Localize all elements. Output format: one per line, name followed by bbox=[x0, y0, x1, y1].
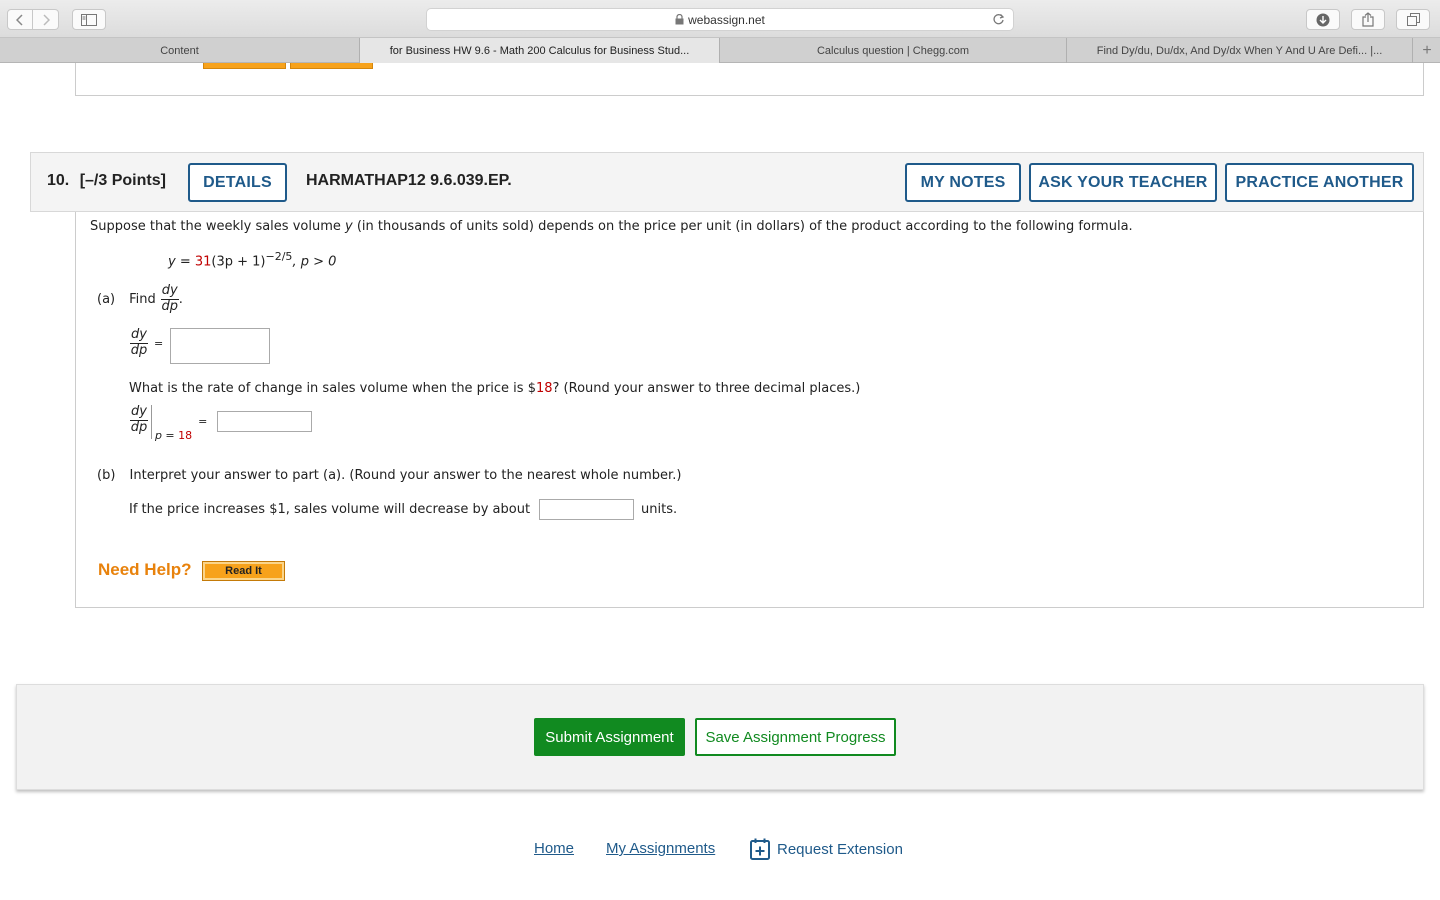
rate-question-post: ? (Round your answer to three decimal pl… bbox=[552, 381, 861, 396]
chevron-left-icon bbox=[16, 13, 23, 26]
tab-bar: Content for Business HW 9.6 - Math 200 C… bbox=[0, 38, 1440, 63]
derivative-fraction: dy dp bbox=[130, 327, 148, 359]
previous-watch-it-button[interactable] bbox=[290, 63, 373, 69]
save-label: Save Assignment Progress bbox=[705, 728, 886, 746]
plus-icon: + bbox=[1422, 41, 1432, 59]
my-assignments-link[interactable]: My Assignments bbox=[606, 840, 715, 857]
read-it-label: Read It bbox=[225, 565, 262, 577]
tab-label: Find Dy/du, Du/dx, And Dy/dx When Y And … bbox=[1096, 44, 1383, 57]
derivative-denominator: dp bbox=[161, 298, 178, 314]
tabs-icon bbox=[1406, 13, 1420, 26]
part-b-sentence-post: units. bbox=[641, 502, 678, 517]
question-points: [–/3 Points] bbox=[79, 172, 166, 189]
question-header: 10. [–/3 Points] DETAILS HARMATHAP12 9.6… bbox=[30, 152, 1424, 212]
sidebar-icon bbox=[81, 13, 97, 26]
read-it-button[interactable]: Read It bbox=[202, 561, 285, 581]
part-b-sentence-pre: If the price increases $1, sales volume … bbox=[129, 502, 531, 517]
home-link[interactable]: Home bbox=[534, 840, 574, 857]
eval-sub-value: 18 bbox=[178, 429, 193, 442]
rate-answer-input[interactable] bbox=[217, 411, 312, 432]
part-b-prompt: (b) Interpret your answer to part (a). (… bbox=[97, 468, 681, 483]
previous-question-card bbox=[75, 63, 1424, 96]
tab-label: for Business HW 9.6 - Math 200 Calculus … bbox=[389, 44, 690, 57]
question-number: 10. [–/3 Points] bbox=[47, 172, 166, 190]
my-notes-button[interactable]: MY NOTES bbox=[905, 163, 1021, 202]
save-progress-button[interactable]: Save Assignment Progress bbox=[695, 718, 896, 756]
details-button[interactable]: DETAILS bbox=[188, 163, 287, 202]
question-index: 10. bbox=[47, 172, 70, 189]
equals-sign: = bbox=[198, 415, 208, 428]
request-extension-link[interactable]: Request Extension bbox=[750, 838, 903, 860]
tab-label: Calculus question | Chegg.com bbox=[816, 44, 970, 57]
browser-toolbar: webassign.net bbox=[0, 0, 1440, 38]
question-code: HARMATHAP12 9.6.039.EP. bbox=[306, 172, 512, 189]
derivative-numerator: dy bbox=[160, 283, 179, 300]
tab-chegg-question[interactable]: Calculus question | Chegg.com bbox=[720, 38, 1067, 63]
tab-webassign[interactable]: for Business HW 9.6 - Math 200 Calculus … bbox=[360, 38, 720, 63]
reload-icon[interactable] bbox=[992, 13, 1005, 29]
back-button[interactable] bbox=[7, 9, 33, 30]
downloads-button[interactable] bbox=[1306, 9, 1340, 30]
intro-pre: Suppose that the weekly sales volume bbox=[90, 219, 341, 234]
evaluated-derivative-row: dy dp p = 18 = bbox=[130, 404, 208, 442]
formula-lhs: y = bbox=[168, 254, 191, 270]
part-b-text: Interpret your answer to part (a). (Roun… bbox=[129, 468, 682, 483]
practice-another-label: PRACTICE ANOTHER bbox=[1235, 173, 1404, 191]
submit-assignment-button[interactable]: Submit Assignment bbox=[534, 718, 685, 756]
part-a-prompt: (a) Find dy dp . bbox=[97, 283, 183, 315]
forward-button[interactable] bbox=[33, 9, 59, 30]
chevron-right-icon bbox=[42, 13, 50, 26]
derivative-denominator: dp bbox=[130, 342, 148, 358]
intro-post: (in thousands of units sold) depends on … bbox=[356, 219, 1133, 234]
part-b-label: (b) bbox=[97, 468, 116, 483]
part-a-label: (a) bbox=[97, 291, 116, 307]
derivative-numerator: dy bbox=[130, 404, 148, 421]
tab-content[interactable]: Content bbox=[0, 38, 360, 63]
question-intro: Suppose that the weekly sales volume y (… bbox=[90, 219, 1133, 234]
intro-var: y bbox=[345, 219, 353, 234]
evaluation-subscript: p = 18 bbox=[155, 429, 192, 442]
my-notes-label: MY NOTES bbox=[920, 173, 1006, 191]
details-label: DETAILS bbox=[203, 173, 272, 191]
request-extension-label: Request Extension bbox=[777, 840, 903, 858]
formula-body: (3p + 1) bbox=[211, 254, 266, 270]
formula-coefficient: 31 bbox=[194, 254, 212, 270]
equals-sign: = bbox=[153, 336, 164, 350]
sidebar-toggle-button[interactable] bbox=[72, 9, 106, 30]
nav-buttons bbox=[7, 9, 59, 30]
practice-another-button[interactable]: PRACTICE ANOTHER bbox=[1225, 163, 1414, 202]
lock-icon bbox=[675, 14, 684, 25]
new-tab-button[interactable]: + bbox=[1413, 38, 1440, 63]
rate-question: What is the rate of change in sales volu… bbox=[129, 381, 860, 396]
find-text: Find bbox=[129, 291, 156, 307]
derivative-denominator: dp bbox=[130, 419, 148, 435]
derivative-answer-row: dy dp = bbox=[130, 327, 164, 359]
rate-price: 18 bbox=[535, 381, 553, 396]
evaluation-bar bbox=[150, 405, 152, 439]
rate-question-pre: What is the rate of change in sales volu… bbox=[129, 381, 536, 396]
decrease-answer-input[interactable] bbox=[539, 499, 634, 520]
formula-condition: , p > 0 bbox=[292, 254, 337, 270]
derivative-numerator: dy bbox=[130, 327, 148, 344]
tab-chegg-find[interactable]: Find Dy/du, Du/dx, And Dy/dx When Y And … bbox=[1067, 38, 1413, 63]
tab-overview-button[interactable] bbox=[1396, 9, 1430, 30]
ask-teacher-button[interactable]: ASK YOUR TEACHER bbox=[1029, 163, 1217, 202]
formula: y = 31(3p + 1)−2/5, p > 0 bbox=[168, 250, 336, 269]
eval-sub-var: p = bbox=[154, 429, 179, 442]
url-text: webassign.net bbox=[688, 12, 765, 27]
share-button[interactable] bbox=[1351, 9, 1385, 30]
download-icon bbox=[1316, 13, 1330, 26]
tab-label: Content bbox=[160, 44, 199, 57]
derivative-answer-input[interactable] bbox=[170, 328, 270, 364]
address-bar[interactable]: webassign.net bbox=[426, 8, 1014, 31]
calendar-plus-icon bbox=[750, 838, 770, 860]
derivative-fraction: dy dp bbox=[160, 283, 179, 315]
submit-label: Submit Assignment bbox=[545, 728, 674, 746]
share-icon bbox=[1362, 12, 1374, 27]
need-help-label: Need Help? bbox=[98, 560, 192, 579]
derivative-fraction: dy dp bbox=[130, 404, 148, 436]
previous-read-it-button[interactable] bbox=[203, 63, 286, 69]
formula-exponent: −2/5 bbox=[265, 250, 293, 263]
ask-teacher-label: ASK YOUR TEACHER bbox=[1038, 173, 1208, 191]
